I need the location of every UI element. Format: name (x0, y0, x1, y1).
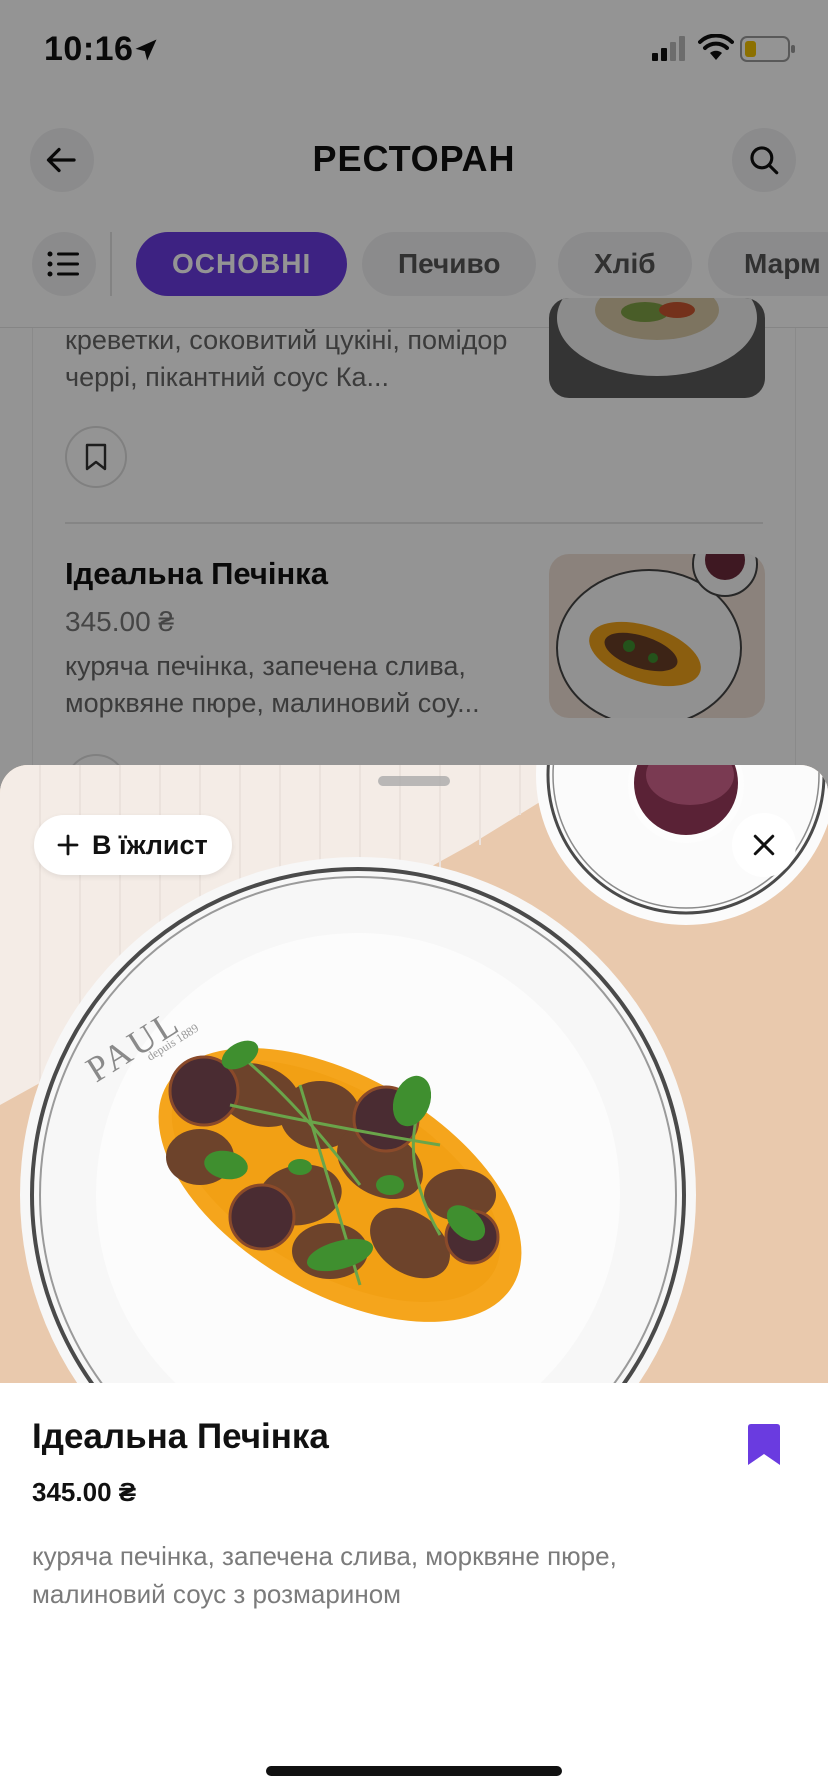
bookmark-filled-icon[interactable] (744, 1423, 784, 1467)
sheet-grabber[interactable] (378, 776, 450, 786)
close-icon (753, 834, 775, 856)
dish-detail-sheet: PAUL depuis 1889 В їжлист Ідеальна Печін… (0, 765, 828, 1792)
add-to-list-button[interactable]: В їжлист (34, 815, 232, 875)
add-to-list-label: В їжлист (92, 829, 208, 860)
dish-description: куряча печінка, запечена слива, морквяне… (32, 1541, 617, 1609)
dish-price: 345.00 ₴ (32, 1477, 137, 1507)
dish-name: Ідеальна Печінка (32, 1417, 329, 1456)
close-button[interactable] (732, 813, 796, 877)
home-indicator[interactable] (266, 1766, 562, 1776)
plus-icon (57, 834, 79, 856)
